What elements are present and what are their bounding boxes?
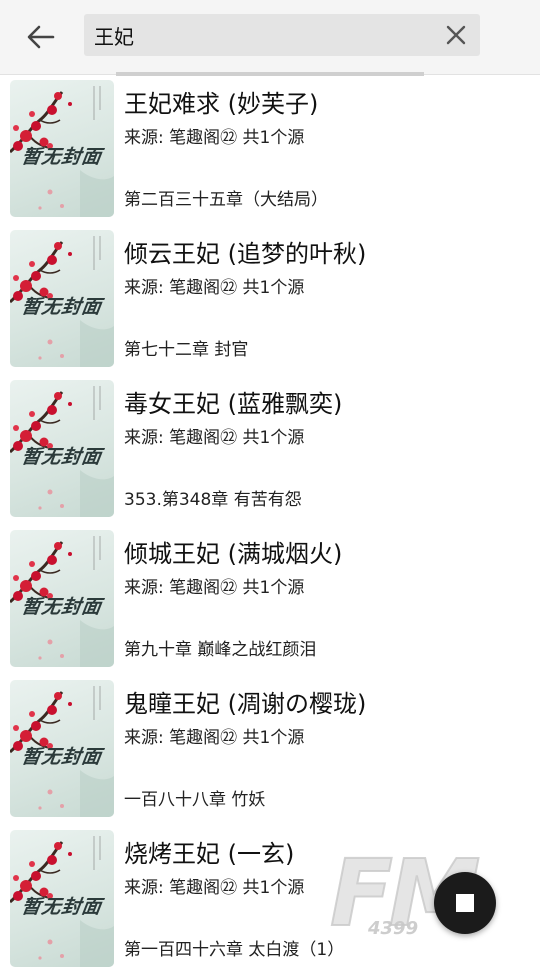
book-title: 鬼瞳王妃 (凋谢の樱珑) xyxy=(124,690,367,718)
no-cover-label: 暂无封面 xyxy=(20,596,104,618)
search-box[interactable] xyxy=(84,14,480,56)
latest-chapter: 第九十章 巅峰之战红颜泪 xyxy=(124,640,317,660)
no-cover-label: 暂无封面 xyxy=(20,296,104,318)
book-source: 来源: 笔趣阁㉒ 共1个源 xyxy=(124,128,305,148)
latest-chapter: 第一百四十六章 太白渡（1） xyxy=(124,940,345,960)
book-cover-placeholder: 暂无封面 xyxy=(10,830,114,967)
watermark-sub-text: 4399 xyxy=(368,918,419,939)
no-cover-label: 暂无封面 xyxy=(20,146,104,168)
book-source: 来源: 笔趣阁㉒ 共1个源 xyxy=(124,278,305,298)
search-toolbar xyxy=(0,0,540,76)
book-result-item[interactable]: 暂无封面 毒女王妃 (蓝雅飘奕) 来源: 笔趣阁㉒ 共1个源 353.第348章… xyxy=(0,376,540,526)
book-cover-placeholder: 暂无封面 xyxy=(10,230,114,367)
book-source: 来源: 笔趣阁㉒ 共1个源 xyxy=(124,578,305,598)
latest-chapter: 一百八十八章 竹妖 xyxy=(124,790,266,810)
book-title: 毒女王妃 (蓝雅飘奕) xyxy=(124,390,343,418)
book-cover-placeholder: 暂无封面 xyxy=(10,380,114,517)
book-result-item[interactable]: 暂无封面 鬼瞳王妃 (凋谢の樱珑) 来源: 笔趣阁㉒ 共1个源 一百八十八章 竹… xyxy=(0,676,540,826)
book-title: 烧烤王妃 (一玄) xyxy=(124,840,295,868)
no-cover-label: 暂无封面 xyxy=(20,446,104,468)
book-source: 来源: 笔趣阁㉒ 共1个源 xyxy=(124,428,305,448)
latest-chapter: 第七十二章 封官 xyxy=(124,340,249,360)
no-cover-label: 暂无封面 xyxy=(20,896,104,918)
latest-chapter: 第二百三十五章（大结局） xyxy=(124,190,328,210)
book-result-item[interactable]: 暂无封面 倾城王妃 (满城烟火) 来源: 笔趣阁㉒ 共1个源 第九十章 巅峰之战… xyxy=(0,526,540,676)
stop-square-icon xyxy=(456,894,474,912)
book-source: 来源: 笔趣阁㉒ 共1个源 xyxy=(124,878,305,898)
latest-chapter: 353.第348章 有苦有怨 xyxy=(124,490,302,510)
book-result-item[interactable]: 暂无封面 王妃难求 (妙芙子) 来源: 笔趣阁㉒ 共1个源 第二百三十五章（大结… xyxy=(0,76,540,226)
search-input[interactable] xyxy=(94,14,424,56)
book-source: 来源: 笔趣阁㉒ 共1个源 xyxy=(124,728,305,748)
book-cover-placeholder: 暂无封面 xyxy=(10,680,114,817)
arrow-left-icon xyxy=(27,25,55,49)
close-icon xyxy=(446,25,466,45)
book-title: 王妃难求 (妙芙子) xyxy=(124,90,319,118)
clear-search-button[interactable] xyxy=(438,17,474,53)
book-title: 倾城王妃 (满城烟火) xyxy=(124,540,343,568)
book-title: 倾云王妃 (追梦的叶秋) xyxy=(124,240,367,268)
book-result-item[interactable]: 暂无封面 倾云王妃 (追梦的叶秋) 来源: 笔趣阁㉒ 共1个源 第七十二章 封官 xyxy=(0,226,540,376)
back-button[interactable] xyxy=(18,14,64,60)
floating-action-button[interactable] xyxy=(434,872,496,934)
book-cover-placeholder: 暂无封面 xyxy=(10,80,114,217)
book-cover-placeholder: 暂无封面 xyxy=(10,530,114,667)
no-cover-label: 暂无封面 xyxy=(20,746,104,768)
